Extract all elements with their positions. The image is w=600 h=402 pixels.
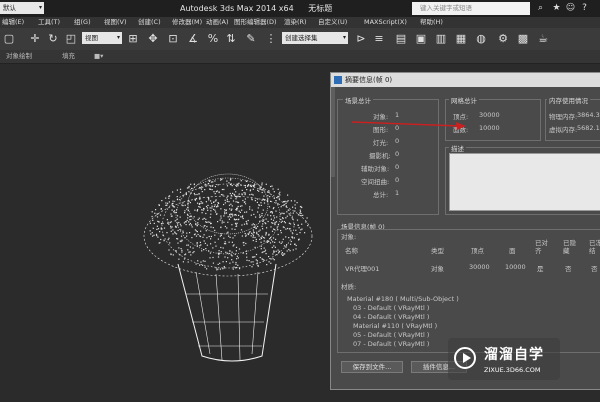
play-icon <box>454 347 476 369</box>
watermark-url: ZIXUE.3D66.COM <box>484 366 541 374</box>
watermark: 溜溜自学 ZIXUE.3D66.COM <box>448 338 560 380</box>
watermark-name: 溜溜自学 <box>484 347 544 363</box>
